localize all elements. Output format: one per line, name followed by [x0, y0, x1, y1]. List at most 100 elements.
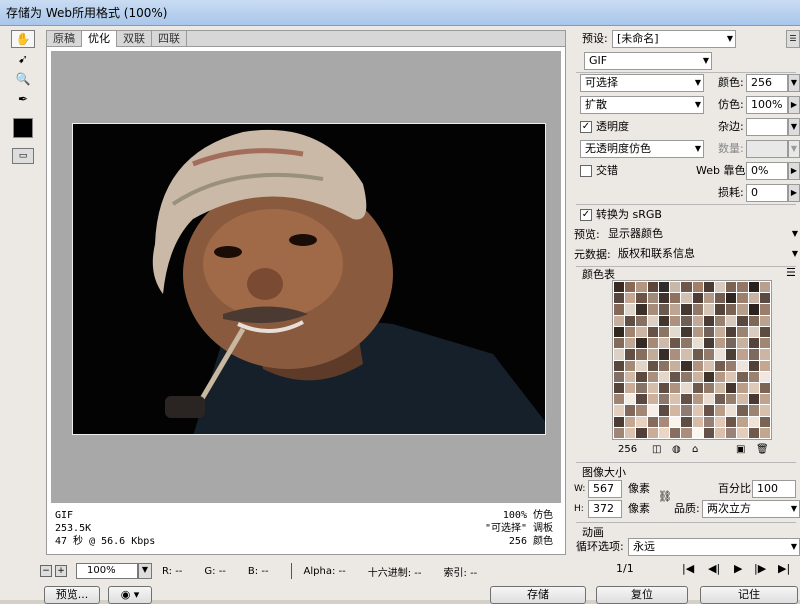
next-frame-icon[interactable]: |▶: [754, 560, 766, 578]
color-swatch[interactable]: [703, 282, 714, 293]
color-swatch[interactable]: [681, 293, 692, 304]
color-swatch[interactable]: [614, 349, 625, 360]
color-swatch[interactable]: [737, 360, 748, 371]
color-swatch[interactable]: [636, 304, 647, 315]
color-swatch[interactable]: [658, 394, 670, 405]
web-snap-dropdown-chevron-icon[interactable]: ▶: [788, 162, 800, 180]
color-swatch[interactable]: [759, 427, 770, 438]
color-swatch[interactable]: [647, 338, 658, 349]
color-swatch[interactable]: [726, 293, 737, 304]
eyedropper-color-swatch[interactable]: [13, 118, 33, 138]
color-swatch[interactable]: [692, 349, 703, 360]
color-swatch[interactable]: [625, 416, 636, 427]
color-swatch[interactable]: [636, 405, 647, 416]
color-table-menu-icon[interactable]: ☰: [786, 264, 796, 282]
color-swatch[interactable]: [748, 315, 759, 326]
color-swatch[interactable]: [647, 360, 658, 371]
color-swatch[interactable]: [737, 304, 748, 315]
color-swatch[interactable]: [647, 349, 658, 360]
color-swatch[interactable]: [647, 315, 658, 326]
color-swatch[interactable]: [681, 416, 692, 427]
interlaced-checkbox[interactable]: [580, 165, 592, 177]
web-snap-input[interactable]: 0%: [746, 162, 788, 180]
color-swatch[interactable]: [670, 282, 681, 293]
color-swatch[interactable]: [625, 360, 636, 371]
color-swatch[interactable]: [748, 405, 759, 416]
color-swatch[interactable]: [647, 371, 658, 382]
metadata-select[interactable]: 版权和联系信息 ▼: [614, 246, 800, 264]
color-swatch[interactable]: [703, 349, 714, 360]
zoom-in-button[interactable]: +: [55, 565, 67, 577]
color-swatch[interactable]: [737, 282, 748, 293]
color-swatch[interactable]: [737, 427, 748, 438]
color-swatch[interactable]: [692, 382, 703, 394]
color-swatch[interactable]: [748, 282, 759, 293]
color-swatch[interactable]: [737, 371, 748, 382]
color-swatch[interactable]: [625, 338, 636, 349]
map-to-transparent-icon[interactable]: ◫: [652, 444, 661, 455]
colors-input[interactable]: 256: [746, 74, 788, 92]
hand-tool-icon[interactable]: ✋: [11, 30, 35, 48]
color-swatch[interactable]: [714, 282, 726, 293]
color-swatch[interactable]: [636, 315, 647, 326]
color-swatch[interactable]: [636, 338, 647, 349]
color-swatch[interactable]: [759, 293, 770, 304]
color-swatch[interactable]: [614, 315, 625, 326]
color-swatch[interactable]: [614, 338, 625, 349]
color-swatch[interactable]: [670, 315, 681, 326]
color-swatch[interactable]: [714, 304, 726, 315]
color-swatch[interactable]: [614, 282, 625, 293]
color-swatch[interactable]: [647, 394, 658, 405]
matte-color-field[interactable]: [746, 118, 788, 136]
color-swatch[interactable]: [737, 405, 748, 416]
color-swatch[interactable]: [636, 371, 647, 382]
color-swatch[interactable]: [726, 394, 737, 405]
color-swatch[interactable]: [670, 382, 681, 394]
color-swatch[interactable]: [759, 382, 770, 394]
color-swatch[interactable]: [625, 326, 636, 338]
color-swatch[interactable]: [681, 394, 692, 405]
color-swatch[interactable]: [681, 349, 692, 360]
color-swatch[interactable]: [759, 304, 770, 315]
color-swatch[interactable]: [625, 315, 636, 326]
color-swatch[interactable]: [726, 416, 737, 427]
color-swatch[interactable]: [714, 427, 726, 438]
color-swatch[interactable]: [658, 293, 670, 304]
toggle-slices-visibility-icon[interactable]: ▭: [12, 148, 34, 164]
color-swatch[interactable]: [636, 326, 647, 338]
color-swatch[interactable]: [614, 427, 625, 438]
height-input[interactable]: 372: [588, 500, 622, 518]
color-swatch[interactable]: [636, 394, 647, 405]
color-swatch[interactable]: [703, 371, 714, 382]
color-swatch[interactable]: [670, 349, 681, 360]
color-swatch[interactable]: [658, 282, 670, 293]
optimize-menu-icon[interactable]: ☰: [786, 30, 800, 48]
color-swatch[interactable]: [692, 394, 703, 405]
color-swatch[interactable]: [714, 360, 726, 371]
color-swatch[interactable]: [658, 405, 670, 416]
zoom-dropdown-chevron-icon[interactable]: ▼: [138, 563, 152, 579]
color-swatch[interactable]: [681, 338, 692, 349]
color-swatch[interactable]: [658, 304, 670, 315]
color-swatch[interactable]: [625, 304, 636, 315]
color-swatch[interactable]: [636, 360, 647, 371]
color-swatch[interactable]: [748, 416, 759, 427]
color-swatch[interactable]: [726, 304, 737, 315]
color-swatch[interactable]: [703, 326, 714, 338]
color-swatch[interactable]: [625, 382, 636, 394]
color-swatch[interactable]: [625, 371, 636, 382]
color-swatch[interactable]: [636, 382, 647, 394]
color-swatch[interactable]: [759, 360, 770, 371]
preview-mode-select[interactable]: 显示器颜色 ▼: [604, 226, 800, 244]
color-swatch[interactable]: [647, 293, 658, 304]
color-swatch[interactable]: [703, 304, 714, 315]
percent-input[interactable]: 100: [752, 480, 796, 498]
color-swatch[interactable]: [614, 293, 625, 304]
last-frame-icon[interactable]: ▶|: [778, 560, 790, 578]
color-swatch[interactable]: [714, 394, 726, 405]
color-swatch[interactable]: [614, 360, 625, 371]
color-swatch[interactable]: [614, 416, 625, 427]
color-swatch[interactable]: [692, 326, 703, 338]
save-button[interactable]: 存储: [490, 586, 586, 604]
color-swatch[interactable]: [647, 427, 658, 438]
